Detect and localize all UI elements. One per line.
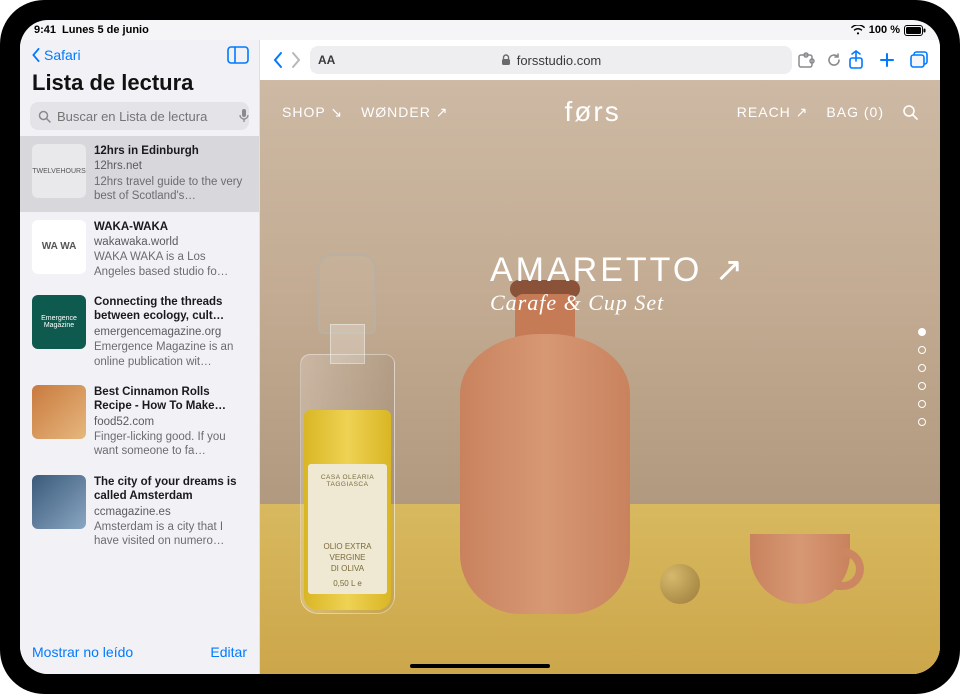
nav-reach[interactable]: REACH ↗	[737, 104, 809, 121]
carousel-dot[interactable]	[918, 382, 926, 390]
site-logo[interactable]: førs	[565, 96, 621, 128]
nav-shop[interactable]: SHOP ↘	[282, 104, 343, 121]
nav-back-icon[interactable]	[270, 51, 286, 69]
edit-button[interactable]: Editar	[210, 644, 247, 660]
item-title: 12hrs in Edinburgh	[94, 144, 247, 158]
list-item[interactable]: TWELVEHOURS 12hrs in Edinburgh 12hrs.net…	[20, 136, 259, 212]
nav-forward-icon	[288, 51, 304, 69]
thumb-label: TWELVEHOURS	[32, 168, 86, 175]
status-date: Lunes 5 de junio	[62, 24, 149, 36]
item-site: ccmagazine.es	[94, 505, 247, 519]
nav-wonder[interactable]: WØNDER ↗	[361, 104, 448, 121]
carousel-dot[interactable]	[918, 400, 926, 408]
battery-icon	[904, 25, 926, 36]
webpage-content: CASA OLEARIA TAGGIASCA OLIO EXTRA VERGIN…	[260, 80, 940, 674]
list-item[interactable]: Emergence Magazine Connecting the thread…	[20, 287, 259, 377]
show-unread-button[interactable]: Mostrar no leído	[32, 644, 133, 660]
carousel-dot[interactable]	[918, 328, 926, 336]
url-bar[interactable]: AA forsstudio.com	[310, 46, 792, 74]
bottle-brand: CASA OLEARIA TAGGIASCA	[314, 474, 381, 488]
search-icon	[38, 110, 51, 123]
search-field[interactable]	[30, 102, 249, 130]
reload-icon[interactable]	[826, 52, 842, 68]
wifi-icon	[851, 25, 865, 35]
item-desc: WAKA WAKA is a Los Angeles based studio …	[94, 250, 247, 279]
reading-list-sidebar: Safari Lista de lectura	[20, 40, 260, 674]
bottle-line: VERGINE	[329, 553, 365, 562]
carousel-dots[interactable]	[918, 328, 926, 426]
fruit	[660, 564, 700, 604]
item-title: The city of your dreams is called Amster…	[94, 475, 247, 504]
list-item[interactable]: Best Cinnamon Rolls Recipe - How To Make…	[20, 377, 259, 467]
thumb-label: WA WA	[42, 242, 77, 252]
status-time: 9:41	[34, 24, 56, 36]
thumb-label: Emergence Magazine	[36, 315, 82, 329]
bottle-line: OLIO EXTRA	[323, 542, 371, 551]
share-icon[interactable]	[848, 50, 864, 70]
search-input[interactable]	[57, 109, 233, 124]
new-tab-icon[interactable]	[878, 51, 896, 69]
nav-bag[interactable]: BAG (0)	[826, 104, 884, 120]
browser-main: AA forsstudio.com	[260, 40, 940, 674]
item-title: Connecting the threads between ecology, …	[94, 295, 247, 324]
nav-search-icon[interactable]	[902, 104, 918, 120]
tabs-icon[interactable]	[910, 51, 930, 69]
hero-subtitle: Carafe & Cup Set	[490, 290, 746, 316]
hero-title[interactable]: AMARETTO	[490, 251, 702, 289]
carousel-dot[interactable]	[918, 418, 926, 426]
status-bar: 9:41 Lunes 5 de junio 100 %	[20, 20, 940, 40]
battery-percent: 100 %	[869, 24, 900, 36]
olive-oil-bottle: CASA OLEARIA TAGGIASCA OLIO EXTRA VERGIN…	[300, 254, 395, 614]
item-site: 12hrs.net	[94, 159, 247, 173]
item-title: Best Cinnamon Rolls Recipe - How To Make…	[94, 385, 247, 414]
url-text: forsstudio.com	[517, 53, 602, 68]
carousel-dot[interactable]	[918, 364, 926, 372]
carousel-dot[interactable]	[918, 346, 926, 354]
bottle-line: DI OLIVA	[331, 564, 364, 573]
reading-list: TWELVEHOURS 12hrs in Edinburgh 12hrs.net…	[20, 136, 259, 634]
lock-icon	[501, 54, 511, 66]
item-title: WAKA-WAKA	[94, 220, 247, 234]
extensions-icon[interactable]	[798, 52, 816, 68]
item-desc: Emergence Magazine is an online publicat…	[94, 340, 247, 369]
home-indicator[interactable]	[410, 664, 550, 668]
item-desc: 12hrs travel guide to the very best of S…	[94, 175, 247, 204]
sidebar-title: Lista de lectura	[20, 66, 259, 102]
dictation-icon[interactable]	[239, 109, 249, 123]
item-site: food52.com	[94, 415, 247, 429]
reader-aa-button[interactable]: AA	[318, 53, 335, 67]
back-button[interactable]: Safari	[30, 47, 81, 63]
bottle-size: 0,50 L e	[333, 579, 362, 588]
hero-text: AMARETTO ↗ Carafe & Cup Set	[490, 250, 746, 316]
cup	[750, 524, 870, 604]
item-site: wakawaka.world	[94, 235, 247, 249]
list-item[interactable]: WA WA WAKA-WAKA wakawaka.world WAKA WAKA…	[20, 212, 259, 288]
item-desc: Finger-licking good. If you want someone…	[94, 430, 247, 459]
item-site: emergencemagazine.org	[94, 325, 247, 339]
browser-toolbar: AA forsstudio.com	[260, 40, 940, 80]
list-item[interactable]: The city of your dreams is called Amster…	[20, 467, 259, 557]
back-label: Safari	[44, 47, 81, 63]
site-nav: SHOP ↘ WØNDER ↗ førs REACH ↗ BAG (0)	[260, 80, 940, 144]
carafe	[460, 294, 630, 614]
item-desc: Amsterdam is a city that I have visited …	[94, 520, 247, 549]
sidebar-toggle-icon[interactable]	[227, 46, 249, 64]
